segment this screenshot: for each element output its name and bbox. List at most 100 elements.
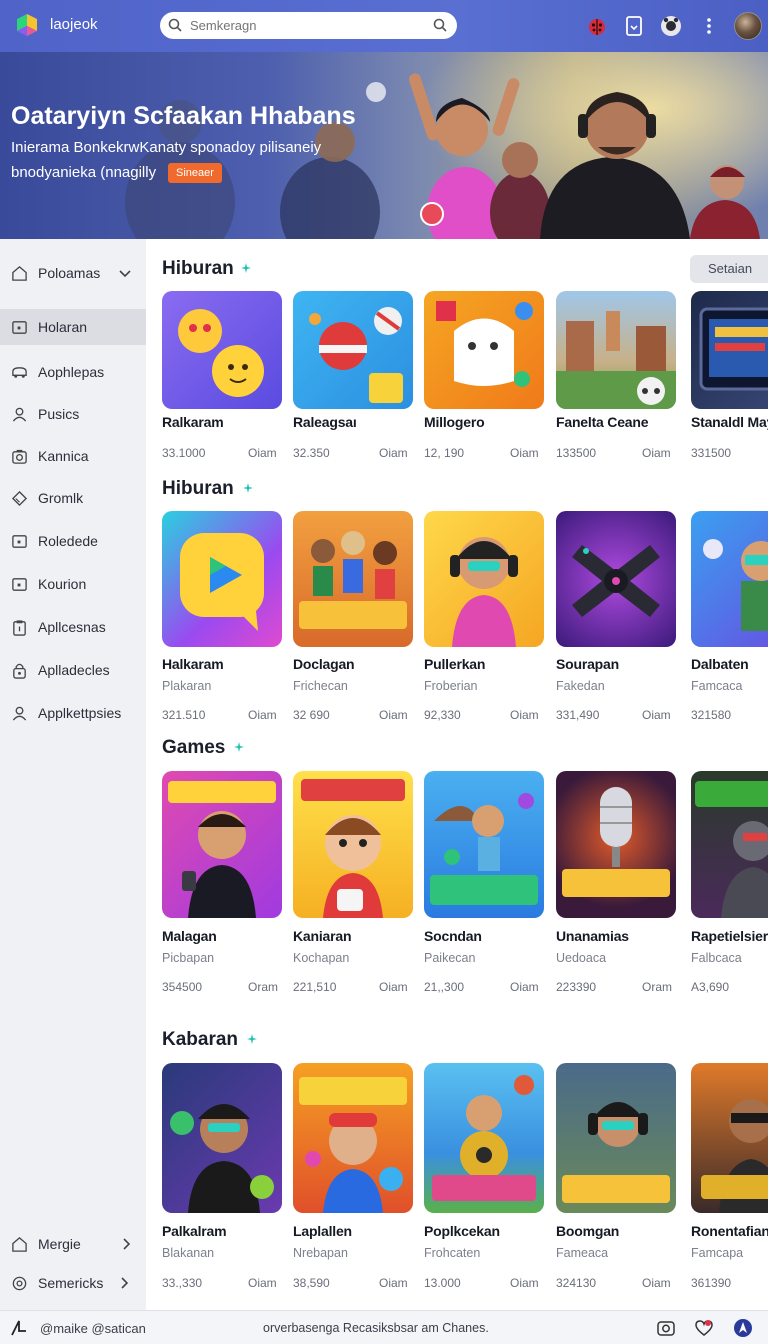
sidebar-item-label: Apllcesnas: [38, 619, 106, 635]
app-card[interactable]: Sourapan Fakedan 331,490 Oiam: [556, 511, 676, 731]
bookmark-icon[interactable]: [622, 14, 646, 38]
footer-logo-icon[interactable]: [10, 1319, 28, 1337]
app-thumbnail[interactable]: [424, 771, 544, 918]
search-input[interactable]: [190, 16, 420, 35]
app-card[interactable]: Millogero 12, 190 Oiam: [424, 291, 544, 471]
app-unit: Oiam: [379, 1276, 408, 1290]
app-card[interactable]: Socndan Paikecan 21,,300 Oiam: [424, 771, 544, 1001]
app-unit: Oiam: [510, 1276, 539, 1290]
sidebar-item-gromlk[interactable]: Gromlk: [0, 480, 146, 516]
app-card[interactable]: Malagan Picbapan 354500 Oram: [162, 771, 282, 1001]
app-thumbnail[interactable]: [162, 1063, 282, 1213]
app-thumbnail[interactable]: [691, 771, 768, 918]
app-count: 354500: [162, 980, 203, 994]
app-thumbnail[interactable]: [424, 1063, 544, 1213]
app-card[interactable]: Dalbaten Famcaca 321580: [691, 511, 768, 731]
sidebar-item-label: Roledede: [38, 533, 98, 549]
app-unit: Oiam: [248, 1276, 277, 1290]
filter-button[interactable]: Setaian: [690, 255, 768, 283]
app-name: Ralkaram: [162, 414, 224, 430]
app-unit: Oiam: [510, 446, 539, 460]
app-thumbnail[interactable]: [162, 771, 282, 918]
app-thumbnail[interactable]: [162, 291, 282, 409]
app-thumbnail[interactable]: [424, 291, 544, 409]
app-count: 133500: [556, 446, 597, 460]
app-count: 12, 190: [424, 446, 465, 460]
app-name: Ronentafian: [691, 1223, 768, 1239]
navigation-icon[interactable]: [733, 1318, 753, 1338]
chevron-right-icon[interactable]: [117, 1276, 131, 1290]
app-card[interactable]: Rapetielsier Falbcaca A3,690: [691, 771, 768, 1001]
app-card[interactable]: Kaniaran Kochapan 221,510 Oiam: [293, 771, 413, 1001]
search-bar[interactable]: [160, 12, 457, 39]
section-title: Hiburan: [162, 478, 234, 499]
sparkle-icon: [241, 263, 251, 273]
app-thumbnail[interactable]: [162, 511, 282, 647]
sidebar-item-aophlepas[interactable]: Aophlepas: [0, 354, 146, 390]
user-avatar[interactable]: [734, 12, 762, 40]
sidebar-item-mergie[interactable]: Mergie: [0, 1226, 146, 1262]
sidebar-item-aplladecles[interactable]: Aplladecles: [0, 652, 146, 688]
diamond-icon: [11, 490, 28, 507]
sidebar-item-pusics[interactable]: Pusics: [0, 396, 146, 432]
app-card[interactable]: Laplallen Nrebapan 38,590 Oiam: [293, 1063, 413, 1293]
app-card[interactable]: Raleagsaı 32.350 Oiam: [293, 291, 413, 471]
app-card[interactable]: Fanelta Ceane 133500 Oiam: [556, 291, 676, 471]
app-subtitle: Fameaca: [556, 1246, 609, 1260]
sidebar-item-kourion[interactable]: Kourion: [0, 566, 146, 602]
app-thumbnail[interactable]: [691, 511, 768, 647]
chevron-down-icon[interactable]: [118, 266, 132, 280]
app-thumbnail[interactable]: [556, 1063, 676, 1213]
hero-subtitle-line-1: Inierama BonkekrwKanaty sponadoy pilisan…: [11, 139, 322, 156]
heart-icon[interactable]: [694, 1318, 714, 1338]
app-card[interactable]: Stanaldl May 331500: [691, 291, 768, 471]
sidebar-item-semericks[interactable]: Semericks: [0, 1265, 146, 1301]
footer-account-text[interactable]: @maike @satican: [40, 1321, 146, 1336]
camera-icon[interactable]: [656, 1318, 676, 1338]
app-card[interactable]: Pullerkan Froberian 92,330 Oiam: [424, 511, 544, 731]
app-thumbnail[interactable]: [556, 511, 676, 647]
app-card[interactable]: Boomgan Fameaca 324130 Oiam: [556, 1063, 676, 1293]
app-thumbnail[interactable]: [293, 511, 413, 647]
app-card[interactable]: Palkalram Blakanan 33.,330 Oiam: [162, 1063, 282, 1293]
app-thumbnail[interactable]: [691, 291, 768, 409]
app-count: 361390: [691, 1276, 732, 1290]
app-thumbnail[interactable]: [424, 511, 544, 647]
app-thumbnail[interactable]: [293, 291, 413, 409]
sidebar-item-holaran[interactable]: Holaran: [0, 309, 146, 345]
app-name: Kaniaran: [293, 928, 352, 944]
app-name: Unanamias: [556, 928, 629, 944]
app-subtitle: Famcapa: [691, 1246, 744, 1260]
app-card[interactable]: Unanamias Uedoaca 223390 Oram: [556, 771, 676, 1001]
controller-icon[interactable]: [659, 14, 683, 38]
app-card[interactable]: Ralkaram 33.1000 Oiam: [162, 291, 282, 471]
chevron-right-icon[interactable]: [119, 1237, 133, 1251]
app-thumbnail[interactable]: [691, 1063, 768, 1213]
app-logo-icon[interactable]: [14, 12, 40, 38]
search-submit-icon[interactable]: [433, 18, 447, 32]
sidebar-item-roledede[interactable]: Roledede: [0, 523, 146, 559]
app-count: 321580: [691, 708, 732, 722]
sidebar-item-kannica[interactable]: Kannica: [0, 438, 146, 474]
sidebar-item-poloamas[interactable]: Poloamas: [0, 255, 146, 291]
app-name: Pullerkan: [424, 656, 486, 672]
hero-banner[interactable]: Oataryiyn Scfaakan Hhabans Inierama Bonk…: [0, 52, 768, 239]
app-thumbnail[interactable]: [556, 771, 676, 918]
app-card[interactable]: Halkaram Plakaran 321.510 Oiam: [162, 511, 282, 731]
more-vertical-icon[interactable]: [697, 14, 721, 38]
app-count: 324130: [556, 1276, 597, 1290]
app-card[interactable]: Poplkcekan Frohcaten 13.000 Oiam: [424, 1063, 544, 1293]
sidebar-item-label: Holaran: [38, 319, 88, 335]
app-thumbnail[interactable]: [293, 771, 413, 918]
app-card[interactable]: Ronentafian Famcapa 361390: [691, 1063, 768, 1293]
user-icon: [12, 706, 27, 721]
app-thumbnail[interactable]: [293, 1063, 413, 1213]
hero-badge-button[interactable]: Sineaer: [168, 163, 222, 183]
sidebar-item-apllcesnas[interactable]: Apllcesnas: [0, 609, 146, 645]
app-name: Laplallen: [293, 1223, 352, 1239]
app-thumbnail[interactable]: [556, 291, 676, 409]
app-card[interactable]: Doclagan Frichecan 32 690 Oiam: [293, 511, 413, 731]
sidebar-item-applkettpsies[interactable]: Applkettpsies: [0, 695, 146, 731]
ladybug-icon[interactable]: [585, 14, 609, 38]
app-count: 321.510: [162, 708, 206, 722]
